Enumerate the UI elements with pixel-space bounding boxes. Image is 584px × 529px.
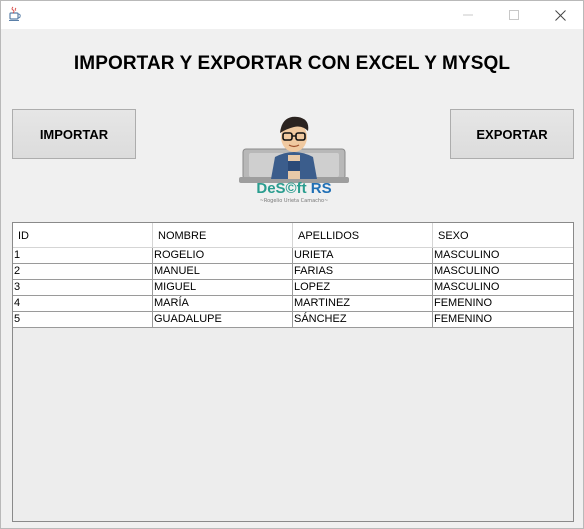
table-row[interactable]: 3 MIGUEL LOPEZ MASCULINO: [13, 280, 573, 296]
table-cell[interactable]: MASCULINO: [433, 280, 573, 295]
table-cell[interactable]: FEMENINO: [433, 312, 573, 327]
table-cell[interactable]: SÁNCHEZ: [293, 312, 433, 327]
page-title: IMPORTAR Y EXPORTAR CON EXCEL Y MYSQL: [73, 53, 511, 74]
column-header-sexo[interactable]: SEXO: [433, 223, 573, 248]
java-cup-icon: [7, 6, 23, 22]
table-cell[interactable]: 4: [13, 296, 153, 311]
table-row[interactable]: 1 ROGELIO URIETA MASCULINO: [13, 248, 573, 264]
table-cell[interactable]: MARÍA: [153, 296, 293, 311]
table-cell[interactable]: 1: [13, 248, 153, 263]
table-cell[interactable]: ROGELIO: [153, 248, 293, 263]
table-cell[interactable]: URIETA: [293, 248, 433, 263]
maximize-icon[interactable]: [491, 1, 537, 29]
table-cell[interactable]: MIGUEL: [153, 280, 293, 295]
table-header: ID NOMBRE APELLIDOS SEXO: [13, 223, 573, 248]
data-table[interactable]: ID NOMBRE APELLIDOS SEXO 1 ROGELIO URIET…: [12, 222, 574, 522]
table-cell[interactable]: 5: [13, 312, 153, 327]
table-cell[interactable]: FEMENINO: [433, 296, 573, 311]
table-cell[interactable]: 2: [13, 264, 153, 279]
table-row[interactable]: 2 MANUEL FARIAS MASCULINO: [13, 264, 573, 280]
table-cell[interactable]: MASCULINO: [433, 264, 573, 279]
table-body: 1 ROGELIO URIETA MASCULINO 2 MANUEL FARI…: [13, 248, 573, 328]
import-button[interactable]: IMPORTAR: [12, 109, 136, 159]
table-cell[interactable]: MARTINEZ: [293, 296, 433, 311]
table-cell[interactable]: MANUEL: [153, 264, 293, 279]
logo-brand-main: DeS©ft: [256, 180, 307, 197]
title-bar[interactable]: [1, 1, 583, 29]
logo-tagline: ~Rogelio Urieta Camacho~: [259, 198, 329, 204]
logo-brand-accent: RS: [310, 180, 332, 197]
table-row[interactable]: 4 MARÍA MARTINEZ FEMENINO: [13, 296, 573, 312]
column-header-id[interactable]: ID: [13, 223, 153, 248]
table-cell[interactable]: LOPEZ: [293, 280, 433, 295]
column-header-apellidos[interactable]: APELLIDOS: [293, 223, 433, 248]
table-row[interactable]: 5 GUADALUPE SÁNCHEZ FEMENINO: [13, 312, 573, 328]
export-button[interactable]: EXPORTAR: [450, 109, 574, 159]
table-cell[interactable]: FARIAS: [293, 264, 433, 279]
column-header-nombre[interactable]: NOMBRE: [153, 223, 293, 248]
table-cell[interactable]: 3: [13, 280, 153, 295]
minimize-icon[interactable]: [445, 1, 491, 29]
table-cell[interactable]: GUADALUPE: [153, 312, 293, 327]
table-cell[interactable]: MASCULINO: [433, 248, 573, 263]
app-window: IMPORTAR Y EXPORTAR CON EXCEL Y MYSQL IM…: [0, 0, 584, 529]
logo-brand: DeS©ft RS: [247, 180, 341, 197]
close-icon[interactable]: [537, 1, 583, 29]
